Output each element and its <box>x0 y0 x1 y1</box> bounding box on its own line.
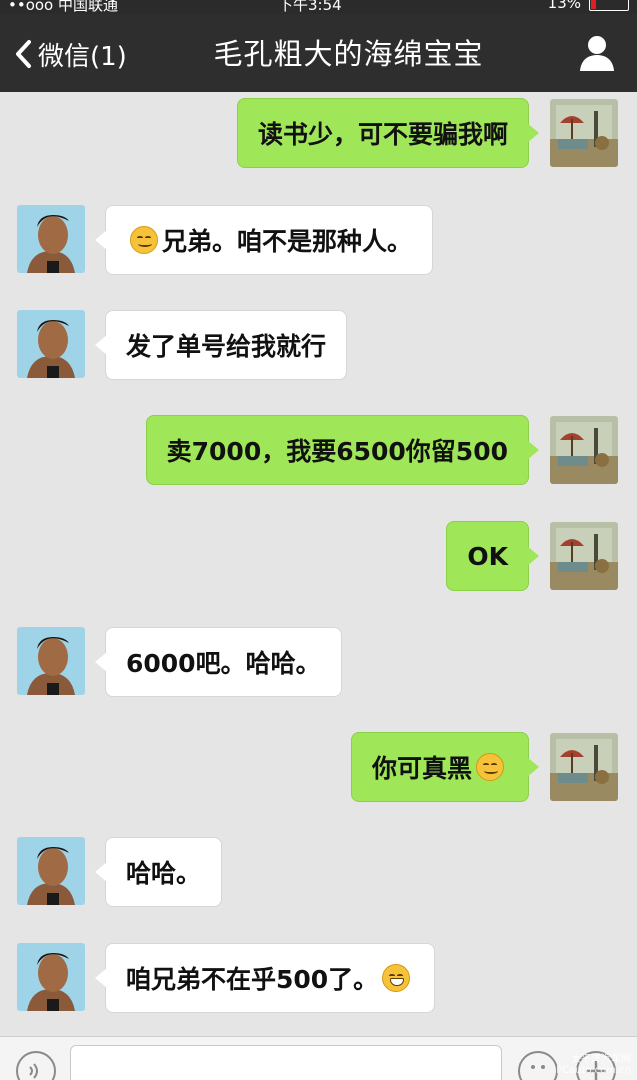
message-row: 哈哈。 <box>0 837 637 907</box>
smirk-emoji-icon <box>130 226 158 254</box>
watermark: 太平洋汽车网 PCauto.com.cn <box>556 1054 631 1076</box>
message-text: 卖7000，我要6500你留500 <box>166 437 508 466</box>
back-label: 微信(1) <box>38 41 127 72</box>
signal-indicator: ••ooo <box>8 0 54 14</box>
message-text: OK <box>467 541 508 571</box>
contact-avatar[interactable] <box>17 943 85 1011</box>
contact-avatar[interactable] <box>17 205 85 273</box>
voice-button[interactable] <box>16 1051 56 1080</box>
emoji-button[interactable] <box>518 1051 558 1080</box>
battery-icon <box>589 0 629 11</box>
message-text: 你可真黑 <box>371 754 472 783</box>
nav-bar: 微信(1) 毛孔粗大的海绵宝宝 <box>0 14 637 92</box>
message-text: 读书少，可不要骗我啊 <box>257 120 508 149</box>
my-avatar[interactable] <box>550 522 618 590</box>
message-row: 卖7000，我要6500你留500 <box>0 415 637 485</box>
message-input[interactable] <box>70 1045 502 1080</box>
incoming-bubble[interactable]: 哈哈。 <box>94 837 223 907</box>
status-carrier: ••ooo 中国联通 <box>8 0 118 14</box>
shy-emoji-icon <box>476 753 504 781</box>
message-row: 读书少，可不要骗我啊 <box>0 98 637 168</box>
incoming-bubble[interactable]: 6000吧。哈哈。 <box>95 627 342 697</box>
watermark-line1: 太平洋汽车网 <box>571 1054 631 1065</box>
chat-info-button[interactable] <box>579 34 615 72</box>
voice-icon <box>29 1063 38 1079</box>
carrier-name: 中国联通 <box>58 0 119 14</box>
watermark-line2: PCauto.com.cn <box>556 1065 631 1076</box>
message-row: 6000吧。哈哈。 <box>0 627 637 697</box>
incoming-bubble[interactable]: 发了单号给我就行 <box>94 310 348 380</box>
message-text: 哈哈。 <box>126 859 202 888</box>
grin-emoji-icon <box>382 964 411 992</box>
contact-avatar[interactable] <box>17 627 85 695</box>
my-avatar[interactable] <box>550 733 618 801</box>
message-text: 兄弟。咱不是那种人。 <box>162 227 413 256</box>
outgoing-bubble[interactable]: OK <box>446 521 539 591</box>
message-text: 咱兄弟不在乎500了。 <box>126 965 379 994</box>
message-list[interactable]: 读书少，可不要骗我啊 兄弟。咱不是那种人。 发了单号给我就行 卖7000，我要6… <box>0 92 637 1036</box>
status-bar: ••ooo 中国联通 下午3:54 13% <box>0 0 637 14</box>
message-row: OK <box>0 521 637 591</box>
my-avatar[interactable] <box>550 99 618 167</box>
outgoing-bubble[interactable]: 你可真黑 <box>350 732 540 802</box>
battery-percent: 13% <box>547 0 581 12</box>
outgoing-bubble[interactable]: 卖7000，我要6500你留500 <box>145 415 540 485</box>
status-time: 下午3:54 <box>278 0 342 14</box>
incoming-bubble[interactable]: 兄弟。咱不是那种人。 <box>94 205 434 275</box>
back-button[interactable]: 微信(1) <box>14 34 127 74</box>
input-bar: 太平洋汽车网 PCauto.com.cn <box>0 1036 637 1080</box>
incoming-bubble[interactable]: 咱兄弟不在乎500了。 <box>94 943 436 1013</box>
contact-avatar[interactable] <box>17 837 85 905</box>
contact-avatar[interactable] <box>17 310 85 378</box>
message-row: 兄弟。咱不是那种人。 <box>0 205 637 275</box>
message-row: 发了单号给我就行 <box>0 310 637 380</box>
chat-title: 毛孔粗大的海绵宝宝 <box>213 37 484 71</box>
smiley-icon <box>531 1065 545 1069</box>
person-icon <box>580 36 614 71</box>
status-battery-group: 13% <box>548 0 629 12</box>
message-row: 咱兄弟不在乎500了。 <box>0 943 637 1013</box>
my-avatar[interactable] <box>550 416 618 484</box>
outgoing-bubble[interactable]: 读书少，可不要骗我啊 <box>236 98 540 168</box>
message-row: 你可真黑 <box>0 732 637 802</box>
chevron-left-icon <box>16 40 31 68</box>
message-text: 6000吧。哈哈。 <box>126 649 321 678</box>
message-text: 发了单号给我就行 <box>126 332 327 361</box>
